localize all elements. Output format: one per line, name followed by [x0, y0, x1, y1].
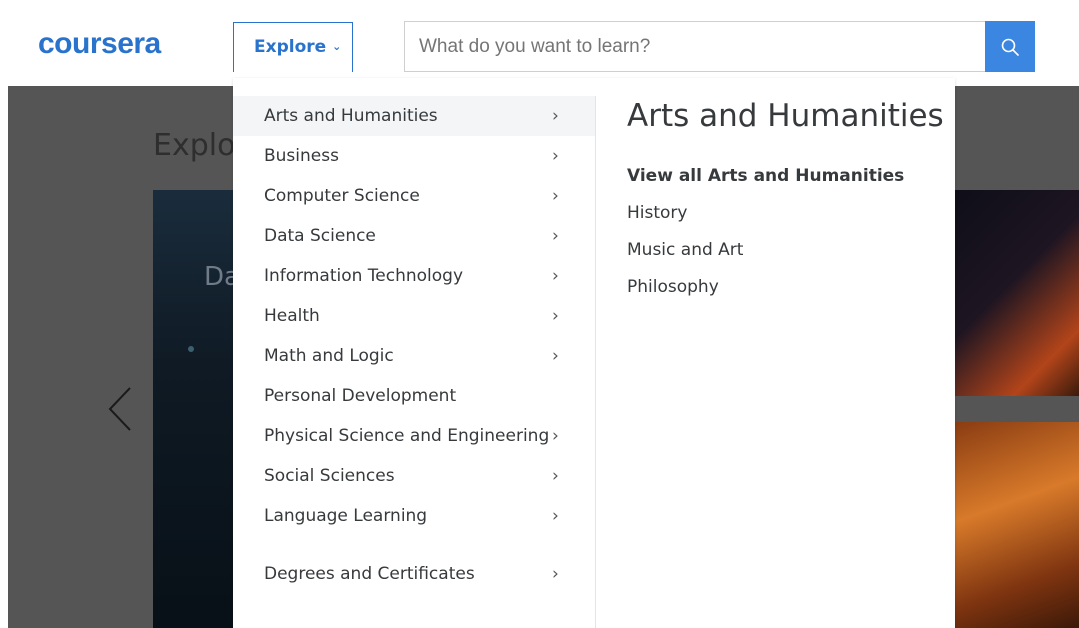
chevron-right-icon: ›: [552, 106, 559, 126]
menu-divider: [595, 96, 596, 628]
category-list: Arts and Humanities › Business › Compute…: [233, 96, 595, 594]
chevron-right-icon: ›: [552, 564, 559, 584]
top-header: coursera Explore ⌄: [0, 0, 1079, 86]
coursera-logo[interactable]: coursera: [38, 24, 161, 64]
chevron-right-icon: ›: [552, 346, 559, 366]
category-label: Business: [264, 146, 339, 166]
category-item-computer-science[interactable]: Computer Science ›: [233, 176, 595, 216]
chevron-right-icon: ›: [552, 266, 559, 286]
category-item-business[interactable]: Business ›: [233, 136, 595, 176]
category-item-degrees-and-certificates[interactable]: Degrees and Certificates ›: [233, 554, 595, 594]
category-label: Physical Science and Engineering: [264, 426, 550, 446]
subcategory-link-philosophy[interactable]: Philosophy: [627, 269, 944, 306]
carousel-card-image-left: [153, 190, 233, 628]
background-section-title: Explo: [153, 128, 236, 163]
category-item-information-technology[interactable]: Information Technology ›: [233, 256, 595, 296]
category-item-health[interactable]: Health ›: [233, 296, 595, 336]
search-button[interactable]: [985, 21, 1035, 72]
category-label: Data Science: [264, 226, 376, 246]
chevron-right-icon: ›: [552, 186, 559, 206]
category-label: Arts and Humanities: [264, 106, 438, 126]
carousel-prev-arrow-icon[interactable]: [106, 386, 136, 432]
category-item-language-learning[interactable]: Language Learning ›: [233, 496, 595, 536]
category-label: Language Learning: [264, 506, 428, 526]
subcategory-link-music-and-art[interactable]: Music and Art: [627, 232, 944, 269]
chevron-right-icon: ›: [552, 146, 559, 166]
category-item-physical-science-and-engineering[interactable]: Physical Science and Engineering ›: [233, 416, 595, 456]
category-label: Health: [264, 306, 320, 326]
chevron-right-icon: ›: [552, 506, 559, 526]
chevron-right-icon: ›: [552, 466, 559, 486]
explore-button[interactable]: Explore ⌄: [233, 22, 353, 72]
chevron-right-icon: ›: [552, 426, 559, 446]
carousel-card-decoration: [188, 346, 194, 352]
search-icon: [1001, 38, 1019, 56]
carousel-card-image-right-top: [955, 190, 1079, 396]
category-label: Computer Science: [264, 186, 420, 206]
category-item-arts-and-humanities[interactable]: Arts and Humanities ›: [233, 96, 595, 136]
subcategory-link-history[interactable]: History: [627, 195, 944, 232]
explore-label: Explore: [254, 37, 327, 57]
search-input[interactable]: [404, 21, 985, 72]
chevron-right-icon: ›: [552, 306, 559, 326]
category-item-data-science[interactable]: Data Science ›: [233, 216, 595, 256]
category-label: Degrees and Certificates: [264, 564, 475, 584]
category-label: Personal Development: [264, 386, 457, 406]
subcategory-link-view-all[interactable]: View all Arts and Humanities: [627, 158, 944, 195]
subcategory-title: Arts and Humanities: [627, 98, 944, 134]
subcategory-panel: Arts and Humanities View all Arts and Hu…: [627, 96, 944, 306]
chevron-right-icon: ›: [552, 226, 559, 246]
explore-dropdown-menu: Arts and Humanities › Business › Compute…: [233, 78, 955, 628]
carousel-card-image-right-bottom: [955, 422, 1079, 628]
category-item-social-sciences[interactable]: Social Sciences ›: [233, 456, 595, 496]
chevron-down-icon: ⌄: [332, 40, 342, 53]
category-label: Social Sciences: [264, 466, 395, 486]
category-item-personal-development[interactable]: Personal Development: [233, 376, 595, 416]
category-item-math-and-logic[interactable]: Math and Logic ›: [233, 336, 595, 376]
category-label: Math and Logic: [264, 346, 394, 366]
category-label: Information Technology: [264, 266, 464, 286]
